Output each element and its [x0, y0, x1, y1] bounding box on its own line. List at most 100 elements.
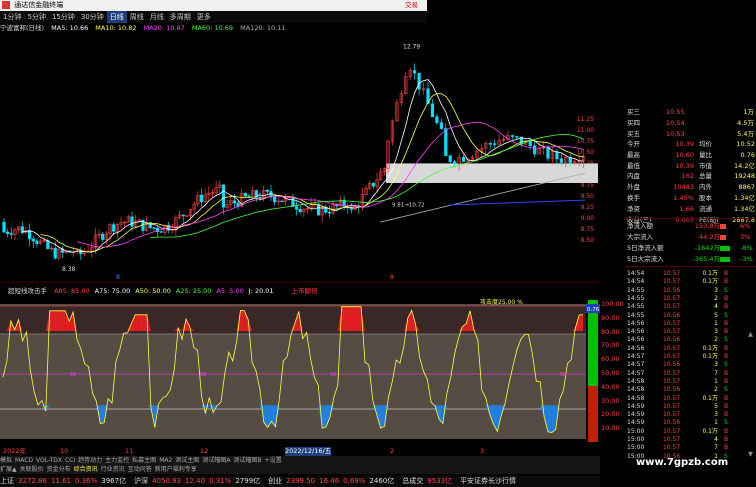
low-fill [547, 405, 552, 433]
info-tab-3[interactable]: 综合资讯 [74, 466, 98, 473]
tool-tab-7[interactable]: MA2 [159, 457, 172, 464]
candle-body [371, 182, 375, 187]
tool-tab-11[interactable]: +设置 [265, 457, 282, 464]
info-tab-5[interactable]: 互动问答 [128, 466, 152, 473]
index-name: 上证 [0, 477, 14, 485]
period-menu_left-2[interactable]: 15分钟 [49, 11, 78, 23]
stat-value: 8867 [738, 183, 755, 192]
candle-body [316, 203, 321, 216]
candle-body [559, 158, 563, 163]
indicator-signal: 上市翻倍 [291, 287, 318, 295]
high-fill [135, 314, 140, 331]
ind-axis-tick: 30.00 [601, 396, 620, 405]
info-tab-1[interactable]: 关联股价 [20, 466, 44, 473]
price-tick: 9.25 [581, 204, 595, 211]
candle-body [444, 128, 448, 156]
trade-link[interactable]: 交易 [405, 1, 418, 10]
stat-value: 19248 [734, 172, 755, 181]
period-menu_left-1[interactable]: 5分钟 [24, 11, 48, 23]
index-quote[interactable]: 沪深 4050.93 12.40 0.31% 2799亿 [134, 477, 264, 485]
period-menu_left-0[interactable]: 1分钟 [0, 11, 24, 23]
info-tab-4[interactable]: 行业资讯 [101, 466, 125, 473]
high-fill [579, 314, 583, 331]
stat-value: 10.52 [736, 140, 755, 148]
period-menu_right-3[interactable]: 多周期 [167, 11, 194, 23]
candle-body [488, 143, 492, 145]
period-menu_right-0[interactable]: 日线 [106, 11, 127, 23]
period-menu_right-4[interactable]: 更多 [194, 11, 214, 23]
index-quote[interactable]: 总成交 9533亿 [402, 477, 456, 485]
candle-body [130, 216, 134, 227]
ma-header: 宁波富邦(日线) MA5: 10.66 MA10: 10.82 MA20: 10… [0, 23, 600, 33]
quote-panel: 100.00 90.00 80.00 70.00 60.00 50.00 40.00 30.0… [600, 0, 756, 487]
bid-label: 买三 [627, 108, 640, 116]
tool-tab-10[interactable]: 测试幅图B [233, 457, 261, 464]
scroll-up-icon[interactable]: ▲ [748, 330, 753, 339]
stat-value: 14.2亿 [734, 161, 755, 170]
period-menu_right-1[interactable]: 周线 [127, 11, 147, 23]
kline-chart[interactable]: 11.2511.0010.7510.5010.2510.009.759.509.… [0, 33, 600, 283]
info-tab-6[interactable]: 新用户福利专享 [155, 466, 197, 473]
price-tick: 9.50 [581, 193, 595, 200]
tool-tab-2[interactable]: VOL-TDX [36, 457, 62, 464]
candle-body [9, 233, 13, 235]
tool-tab-1[interactable]: MACD [15, 457, 33, 464]
scroll-down-icon[interactable]: ▼ [748, 450, 753, 459]
candle-body [2, 221, 6, 233]
bid-label: 买四 [627, 119, 640, 127]
low-label: 8.38 [62, 266, 76, 273]
tool-tab-9[interactable]: 测试幅图A [202, 457, 230, 464]
flow-bar [720, 235, 726, 240]
flow-pct: 3% [740, 233, 751, 241]
index-value: 12.40 [185, 477, 206, 485]
period-menu_right-2[interactable]: 月线 [147, 11, 167, 23]
candle-body [555, 151, 559, 160]
tool-tab-6[interactable]: 私募主图 [132, 457, 156, 464]
candle-body [413, 70, 417, 74]
period-menu_left-3[interactable]: 30分钟 [78, 11, 107, 23]
tool-tab-0[interactable]: 模拟 [0, 457, 12, 464]
side-bar-red [588, 386, 598, 442]
stock-name: 宁波富邦(日线) [0, 24, 45, 32]
indicator-param-3: A25: 25.00 [175, 287, 212, 295]
candle-body [35, 240, 39, 244]
index-quote[interactable]: 上证 3272.86 11.61 0.36% 3967亿 [0, 477, 130, 485]
separator [626, 266, 756, 267]
candle-body [273, 196, 277, 203]
candle-body [510, 135, 515, 137]
bid-label: 买五 [627, 130, 640, 138]
ind-axis-tick: 100.00 [601, 300, 624, 308]
indicator-param-1: A75: 75.00 [94, 287, 131, 295]
index-name: 沪深 [134, 477, 149, 485]
info-tab-2[interactable]: 资金分布 [47, 466, 71, 473]
candle-body [265, 189, 269, 192]
stat-label: 均价 [699, 140, 712, 148]
date-tick: 2 [390, 447, 395, 455]
stat-value: 1.34亿 [734, 204, 755, 213]
index-amount: 3967亿 [101, 477, 127, 485]
mid-label: 9.81→10.72 [392, 202, 425, 208]
info-tab-0[interactable]: 扩展▲ [0, 466, 17, 473]
low-fill [380, 405, 385, 429]
index-quote[interactable]: 创业 2399.50 16.46 0.69% 2460亿 [268, 477, 398, 485]
indicator-chart[interactable]: 攻击度25.00 % 0.76 50 50 50 50 [0, 296, 600, 446]
flow-label: 5日大宗流入 [627, 255, 664, 263]
flow-pct: -8% [740, 244, 753, 252]
candle-body [461, 157, 466, 162]
tool-tab-4[interactable]: 趋势动力 [78, 457, 102, 464]
date-tick: 2022年 [3, 447, 27, 455]
tool-tab-5[interactable]: 主力监控 [105, 457, 129, 464]
candle-body [199, 194, 204, 203]
index-value: 4050.93 [152, 477, 182, 485]
stat-label: 最高 [627, 150, 640, 159]
mark-label-2: 8 [390, 274, 394, 281]
tool-tab-3[interactable]: CCI [65, 457, 75, 464]
index-value: 0.31% [209, 477, 232, 485]
tool-tab-8[interactable]: 测试主图 [175, 457, 199, 464]
stat-value: 1.66 [679, 204, 694, 213]
attack-label: 攻击度25.00 % [480, 298, 523, 306]
date-tick: 3 [480, 447, 485, 455]
stat-label: 内外 [699, 183, 712, 192]
candle-body [294, 206, 299, 210]
flow-value: -365.4万 [692, 255, 720, 263]
